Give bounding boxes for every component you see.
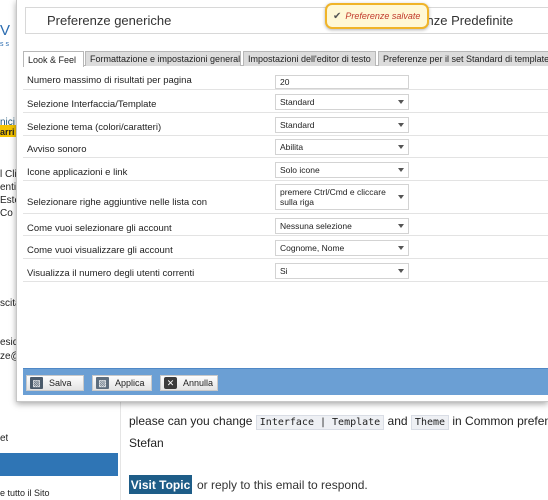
chevron-down-icon [398,224,404,228]
sidebar-fragment: s s [0,41,9,48]
results-per-page-input[interactable]: 20 [275,75,409,89]
select-value: Abilita [280,142,304,152]
signature: Stefan [129,436,164,450]
dialog-title-right: renze Predefinite [415,13,514,28]
pref-row: Selezionare righe aggiuntive nelle lista… [23,181,548,214]
visit-topic-button[interactable]: Visit Topic [129,475,192,494]
select-value: Standard [280,120,315,130]
sound-select[interactable]: Abilita [275,139,409,155]
dialog-footer: ▧ Salva ▧ Applica ✕ Annulla [23,368,548,395]
save-button-label: Salva [49,378,72,388]
pref-row: Selezione Interfaccia/Template Standard [23,90,548,113]
tab-formatting[interactable]: Formattazione e impostazioni generali [85,51,241,66]
sidebar-fragment: arri [0,127,15,137]
multiselect-select[interactable]: premere Ctrl/Cmd e cliccare sulla riga [275,184,409,210]
select-value: Cognome, Nome [280,243,345,253]
chevron-down-icon [398,269,404,273]
email-line: please can you change Interface | Templa… [129,414,548,430]
pref-label: Avviso sonoro [27,144,87,155]
pref-label: Icone applicazioni e link [27,167,128,178]
select-value: Nessuna selezione [280,221,352,231]
account-display-select[interactable]: Cognome, Nome [275,240,409,256]
chevron-down-icon [398,168,404,172]
dialog-title: Preferenze generiche [47,13,172,28]
email-text: and [387,414,408,428]
chevron-down-icon [398,195,404,199]
email-text: in Common prefences to Star [452,414,548,428]
tab-text-editor[interactable]: Impostazioni dell'editor di testo [243,51,376,66]
pref-row: Selezione tema (colori/caratteri) Standa… [23,113,548,136]
saved-notification: ✔ Preferenze salvate [325,3,429,29]
code-interface: Interface | Template [255,415,385,430]
pref-label: Numero massimo di risultati per pagina [27,75,192,86]
sidebar-active-item[interactable] [0,453,118,476]
pref-row: Avviso sonoro Abilita [23,136,548,158]
select-value: Standard [280,97,315,107]
select-value: Solo icone [280,165,320,175]
pref-label: Visualizza il numero degli utenti corren… [27,268,195,279]
tab-template-preferences[interactable]: Preferenze per il set Standard di templa… [378,51,548,66]
pref-row: Icone applicazioni e link Solo icone [23,158,548,181]
pref-label: Selezione tema (colori/caratteri) [27,122,162,133]
sidebar-fragment: enti [0,182,17,193]
sidebar-fragment: Co [0,208,13,219]
select-value: Si [280,266,288,276]
chevron-down-icon [398,123,404,127]
sidebar-fragment: V [0,22,11,39]
select-value: premere Ctrl/Cmd e cliccare sulla riga [280,187,386,207]
sidebar-fragment: et [0,433,9,444]
chevron-down-icon [398,246,404,250]
chevron-down-icon [398,100,404,104]
sidebar-fragment[interactable]: e tutto il Sito [0,488,50,498]
pref-label: Come vuoi selezionare gli account [27,223,172,234]
cancel-button[interactable]: ✕ Annulla [160,375,218,391]
pref-row: Come vuoi visualizzare gli account Cogno… [23,236,548,259]
apply-button-label: Applica [115,378,145,388]
pref-label: Selezionare righe aggiuntive nelle lista… [27,197,208,208]
theme-select[interactable]: Standard [275,117,409,133]
cancel-button-label: Annulla [183,378,214,388]
tab-look-and-feel[interactable]: Look & Feel [23,51,84,67]
apply-button[interactable]: ▧ Applica [92,375,152,391]
apply-icon: ▧ [96,377,109,389]
template-select[interactable]: Standard [275,94,409,110]
preferences-dialog: Preferenze generiche renze Predefinite ✔… [16,0,548,402]
screen: V s s nici S arri l Cli enti Este Co sci… [0,0,548,500]
preferences-form: Numero massimo di risultati per pagina 2… [23,69,548,282]
save-button[interactable]: ▧ Salva [26,375,84,391]
chevron-down-icon [398,145,404,149]
saved-notification-text: Preferenze salvate [345,11,421,21]
floppy-disk-icon: ▧ [30,377,43,389]
check-icon: ✔ [333,10,342,22]
reply-text: or reply to this email to respond. [197,478,368,492]
email-text: please can you change [129,414,253,428]
account-selection-select[interactable]: Nessuna selezione [275,218,409,234]
code-theme: Theme [410,415,450,430]
current-users-select[interactable]: Si [275,263,409,279]
icons-select[interactable]: Solo icone [275,162,409,178]
close-icon: ✕ [164,377,177,389]
pref-label: Come vuoi visualizzare gli account [27,245,173,256]
sidebar-fragment: l Cli [0,169,17,180]
pref-row: Visualizza il numero degli utenti corren… [23,259,548,282]
pref-label: Selezione Interfaccia/Template [27,99,157,110]
pref-row: Come vuoi selezionare gli account Nessun… [23,214,548,236]
pref-row: Numero massimo di risultati per pagina 2… [23,69,548,90]
